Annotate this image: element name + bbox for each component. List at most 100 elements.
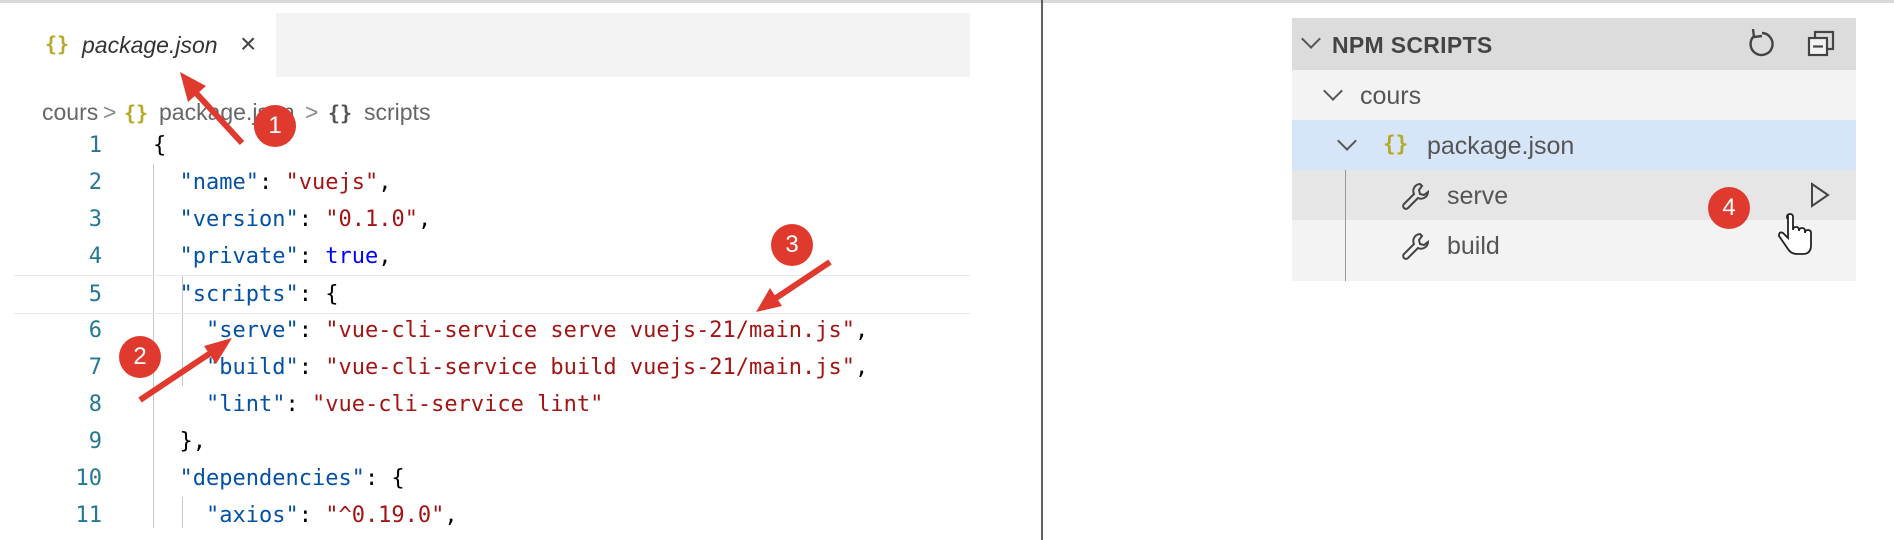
collapse-all-icon[interactable] xyxy=(1804,26,1840,62)
close-icon[interactable]: × xyxy=(240,28,256,60)
code-line[interactable]: 5 "scripts": { xyxy=(14,275,970,314)
line-number: 4 xyxy=(88,244,102,269)
code-token: "build" xyxy=(205,355,299,380)
code-token: true xyxy=(325,244,379,269)
code-token: , xyxy=(378,170,392,195)
code-token: : xyxy=(298,355,326,380)
run-script-icon[interactable] xyxy=(1804,180,1834,210)
wrench-icon xyxy=(1402,232,1430,260)
line-text: "serve": "vue-cli-service serve vuejs-21… xyxy=(153,318,868,343)
tree-item-script-build[interactable]: build xyxy=(1292,220,1856,270)
code-area[interactable]: 1{2 "name": "vuejs", 3 "version": "0.1.0"… xyxy=(14,127,970,528)
code-line[interactable]: 3 "version": "0.1.0", xyxy=(14,201,970,238)
code-token: , xyxy=(417,207,432,232)
code-token: "vue-cli-service lint" xyxy=(311,392,604,417)
line-text: "private": true, xyxy=(153,244,392,269)
code-token: "version" xyxy=(179,207,299,232)
code-line[interactable]: 4 "private": true, xyxy=(14,238,970,275)
code-line[interactable]: 6 "serve": "vue-cli-service serve vuejs-… xyxy=(14,312,970,349)
code-token: : { xyxy=(364,466,405,491)
wrench-icon xyxy=(1402,182,1430,210)
code-editor: {} package.json × cours > {} package.jso… xyxy=(14,13,970,528)
npm-scripts-panel: NPM SCRIPTS cours {} package.json serve xyxy=(1292,18,1856,281)
tab-package-json[interactable]: {} package.json × xyxy=(14,13,276,77)
chevron-down-icon[interactable] xyxy=(1301,29,1321,49)
tree-item-script-serve[interactable]: serve xyxy=(1292,170,1856,220)
chevron-down-icon[interactable] xyxy=(1337,131,1357,151)
code-token: "vuejs" xyxy=(285,170,379,195)
line-text: "build": "vue-cli-service build vuejs-21… xyxy=(153,355,868,380)
line-number: 7 xyxy=(88,355,102,380)
line-number: 8 xyxy=(88,392,102,417)
code-token: "0.1.0" xyxy=(325,207,418,232)
annotation-badge-3: 3 xyxy=(771,224,813,266)
breadcrumb-section[interactable]: scripts xyxy=(364,99,430,126)
code-token: "name" xyxy=(179,170,259,195)
code-token: "lint" xyxy=(205,392,286,417)
tree-item-package-json[interactable]: {} package.json xyxy=(1292,120,1856,170)
file-label: package.json xyxy=(1427,132,1575,160)
breadcrumb-folder[interactable]: cours xyxy=(42,99,98,126)
object-icon: {} xyxy=(328,101,353,125)
annotation-badge-4: 4 xyxy=(1708,187,1750,229)
json-file-icon: {} xyxy=(1383,132,1409,156)
line-number: 3 xyxy=(88,207,102,232)
code-token: , xyxy=(444,503,458,528)
code-line[interactable]: 1{ xyxy=(14,127,970,164)
line-text: "lint": "vue-cli-service lint" xyxy=(153,392,603,417)
panel-title: NPM SCRIPTS xyxy=(1332,32,1493,58)
line-text: { xyxy=(153,133,166,158)
code-token: "^0.19.0" xyxy=(325,503,445,528)
code-token: "vue-cli-service serve vuejs-21/main.js" xyxy=(325,318,856,343)
code-token: "vue-cli-service build vuejs-21/main.js" xyxy=(325,355,856,380)
code-token: }, xyxy=(153,429,206,454)
code-token: , xyxy=(855,355,869,380)
refresh-icon[interactable] xyxy=(1744,26,1780,62)
tab-label: package.json xyxy=(82,32,218,58)
chevron-down-icon[interactable] xyxy=(1323,81,1343,101)
code-token: : { xyxy=(298,282,339,307)
line-text: "scripts": { xyxy=(153,282,339,307)
script-label: serve xyxy=(1447,182,1509,210)
line-text: "version": "0.1.0", xyxy=(153,207,432,232)
code-line[interactable]: 2 "name": "vuejs", xyxy=(14,164,970,201)
code-token: : xyxy=(298,207,326,232)
code-token: : xyxy=(298,503,326,528)
code-line[interactable]: 9 }, xyxy=(14,423,970,460)
script-label: build xyxy=(1447,232,1500,260)
json-file-icon: {} xyxy=(45,32,70,56)
code-line[interactable]: 11 "axios": "^0.19.0", xyxy=(14,497,970,528)
line-text: "axios": "^0.19.0", xyxy=(153,503,458,528)
tree-item-folder[interactable]: cours xyxy=(1292,70,1856,120)
line-number: 5 xyxy=(88,282,102,307)
breadcrumb: cours > {} package.json > {} scripts xyxy=(14,77,970,127)
line-number: 6 xyxy=(88,318,102,343)
annotation-badge-1: 1 xyxy=(254,105,296,147)
code-line[interactable]: 8 "lint": "vue-cli-service lint" xyxy=(14,386,970,423)
line-text: "name": "vuejs", xyxy=(153,170,392,195)
code-line[interactable]: 10 "dependencies": { xyxy=(14,460,970,497)
line-number: 1 xyxy=(88,133,102,158)
json-file-icon: {} xyxy=(124,101,149,125)
tree-indent-guide xyxy=(1345,170,1346,281)
panel-header[interactable]: NPM SCRIPTS xyxy=(1292,18,1856,70)
line-number: 10 xyxy=(75,466,103,491)
chevron-right-icon: > xyxy=(103,99,117,125)
code-token: : xyxy=(285,392,312,417)
chevron-right-icon: > xyxy=(305,99,319,125)
code-token: , xyxy=(855,318,869,343)
pane-divider xyxy=(1041,0,1043,540)
line-number: 9 xyxy=(88,429,102,454)
code-token: { xyxy=(153,133,167,158)
line-number: 2 xyxy=(88,170,102,195)
tab-bar: {} package.json × xyxy=(14,13,970,77)
code-token: "scripts" xyxy=(179,282,299,307)
